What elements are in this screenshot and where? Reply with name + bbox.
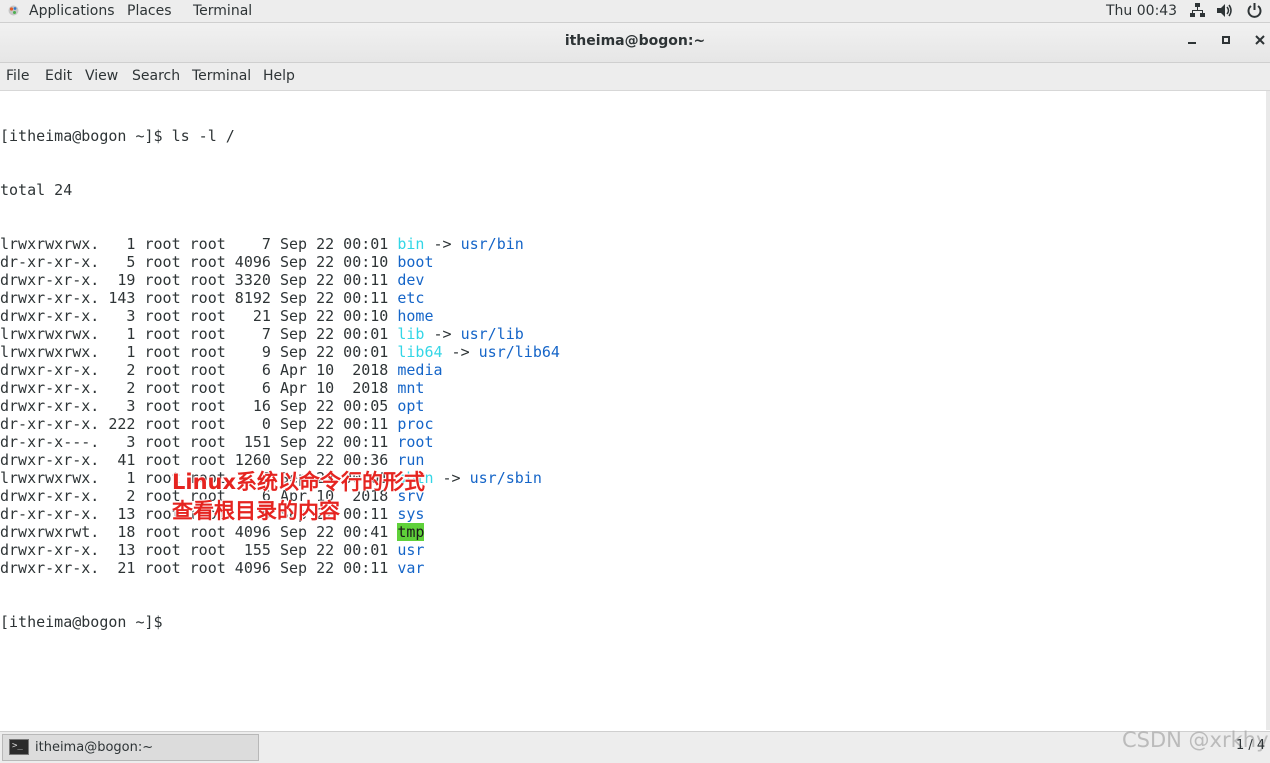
entry-name: lib64 (397, 343, 443, 361)
terminal-app-menu[interactable]: Terminal (193, 1, 252, 21)
symlink-arrow: -> (424, 325, 461, 343)
gnome-foot-icon (8, 5, 19, 16)
listing-row: drwxr-xr-x. 2 root root 6 Apr 10 2018 mn… (0, 379, 560, 397)
menu-help[interactable]: Help (263, 67, 295, 85)
symlink-target: usr/sbin (469, 469, 542, 487)
annotation-line-1: Linux系统以命令行的形式 (172, 470, 426, 494)
entry-name: proc (397, 415, 434, 433)
entry-metadata: drwxr-xr-x. 41 root root 1260 Sep 22 00:… (0, 451, 398, 469)
entry-name: etc (397, 289, 425, 307)
symlink-arrow: -> (442, 343, 479, 361)
maximize-icon (1222, 36, 1230, 44)
applications-menu[interactable]: Applications (29, 1, 115, 21)
total-line: total 24 (0, 181, 73, 199)
places-menu[interactable]: Places (127, 1, 172, 21)
entry-name: run (397, 451, 425, 469)
workspace-indicator[interactable]: 1 / 4 (1236, 738, 1265, 753)
minimize-button[interactable] (1182, 32, 1202, 52)
listing-row: drwxr-xr-x. 2 root root 6 Apr 10 2018 me… (0, 361, 560, 379)
entry-metadata: lrwxrwxrwx. 1 root root 7 Sep 22 00:01 (0, 325, 398, 343)
entry-metadata: dr-xr-xr-x. 222 root root 0 Sep 22 00:11 (0, 415, 398, 433)
annotation-line-2: 查看根目录的内容 (172, 499, 340, 523)
volume-icon[interactable] (1216, 2, 1234, 19)
symlink-arrow: -> (424, 235, 461, 253)
listing-row: drwxr-xr-x. 41 root root 1260 Sep 22 00:… (0, 451, 560, 469)
entry-name: lib (397, 325, 425, 343)
listing-row: dr-xr-xr-x. 5 root root 4096 Sep 22 00:1… (0, 253, 560, 271)
listing-row: drwxr-xr-x. 3 root root 16 Sep 22 00:05 … (0, 397, 560, 415)
entry-name: var (397, 559, 425, 577)
terminal-menubar: File Edit View Search Terminal Help (0, 63, 1270, 91)
power-icon[interactable] (1246, 2, 1263, 19)
symlink-target: usr/lib (460, 325, 524, 343)
entry-metadata: dr-xr-xr-x. 5 root root 4096 Sep 22 00:1… (0, 253, 398, 271)
listing-row: drwxr-xr-x. 13 root root 155 Sep 22 00:0… (0, 541, 560, 559)
final-prompt: [itheima@bogon ~]$ (0, 613, 172, 631)
entry-metadata: lrwxrwxrwx. 1 root root 7 Sep 22 00:01 (0, 235, 398, 253)
entry-name: boot (397, 253, 434, 271)
entry-metadata: drwxr-xr-x. 13 root root 155 Sep 22 00:0… (0, 541, 398, 559)
window-titlebar[interactable]: itheima@bogon:~ (0, 23, 1270, 63)
entry-name: root (397, 433, 434, 451)
entry-name: opt (397, 397, 425, 415)
listing-row: lrwxrwxrwx. 1 root root 9 Sep 22 00:01 l… (0, 343, 560, 361)
entry-name: mnt (397, 379, 425, 397)
symlink-target: usr/bin (460, 235, 524, 253)
minimize-icon (1188, 42, 1196, 44)
menu-view[interactable]: View (85, 67, 118, 85)
entry-metadata: drwxr-xr-x. 143 root root 8192 Sep 22 00… (0, 289, 398, 307)
network-icon[interactable] (1189, 2, 1206, 19)
entry-name: bin (397, 235, 425, 253)
close-button[interactable] (1250, 32, 1270, 52)
clock[interactable]: Thu 00:43 (1106, 1, 1177, 21)
listing-row: dr-xr-x---. 3 root root 151 Sep 22 00:11… (0, 433, 560, 451)
top-panel: Applications Places Terminal Thu 00:43 (0, 0, 1270, 23)
taskbar-window-button[interactable]: >_ itheima@bogon:~ (2, 734, 259, 761)
annotation-text: Linux系统以命令行的形式 查看根目录的内容 (172, 468, 425, 526)
terminal-output[interactable]: [itheima@bogon ~]$ ls -l / total 24 lrwx… (0, 91, 1266, 730)
entry-metadata: drwxr-xr-x. 19 root root 3320 Sep 22 00:… (0, 271, 398, 289)
taskbar-window-label: itheima@bogon:~ (35, 740, 154, 755)
close-icon (1255, 35, 1265, 45)
command-line: [itheima@bogon ~]$ ls -l / (0, 127, 235, 145)
entry-metadata: drwxr-xr-x. 3 root root 21 Sep 22 00:10 (0, 307, 398, 325)
listing-row: lrwxrwxrwx. 1 root root 7 Sep 22 00:01 l… (0, 325, 560, 343)
entry-metadata: drwxr-xr-x. 2 root root 6 Apr 10 2018 (0, 361, 398, 379)
entry-metadata: dr-xr-x---. 3 root root 151 Sep 22 00:11 (0, 433, 398, 451)
maximize-button[interactable] (1216, 32, 1236, 52)
menu-search[interactable]: Search (132, 67, 180, 85)
terminal-lines: [itheima@bogon ~]$ ls -l / total 24 lrwx… (0, 91, 560, 667)
listing-row: drwxr-xr-x. 3 root root 21 Sep 22 00:10 … (0, 307, 560, 325)
menu-file[interactable]: File (6, 67, 29, 85)
entry-name: home (397, 307, 434, 325)
entry-metadata: lrwxrwxrwx. 1 root root 9 Sep 22 00:01 (0, 343, 398, 361)
bottom-taskbar: >_ itheima@bogon:~ (0, 731, 1270, 763)
listing-row: drwxr-xr-x. 143 root root 8192 Sep 22 00… (0, 289, 560, 307)
symlink-target: usr/lib64 (478, 343, 560, 361)
entry-name: dev (397, 271, 425, 289)
terminal-icon: >_ (9, 739, 29, 755)
entry-metadata: drwxr-xr-x. 3 root root 16 Sep 22 00:05 (0, 397, 398, 415)
symlink-arrow: -> (433, 469, 470, 487)
entry-metadata: drwxr-xr-x. 2 root root 6 Apr 10 2018 (0, 379, 398, 397)
entry-name: usr (397, 541, 425, 559)
entry-name: media (397, 361, 443, 379)
menu-terminal[interactable]: Terminal (192, 67, 251, 85)
listing-row: drwxr-xr-x. 19 root root 3320 Sep 22 00:… (0, 271, 560, 289)
listing-row: lrwxrwxrwx. 1 root root 7 Sep 22 00:01 b… (0, 235, 560, 253)
listing-row: dr-xr-xr-x. 222 root root 0 Sep 22 00:11… (0, 415, 560, 433)
listing-row: drwxr-xr-x. 21 root root 4096 Sep 22 00:… (0, 559, 560, 577)
menu-edit[interactable]: Edit (45, 67, 72, 85)
window-title: itheima@bogon:~ (564, 33, 706, 49)
entry-metadata: drwxr-xr-x. 21 root root 4096 Sep 22 00:… (0, 559, 398, 577)
terminal-scrollbar[interactable] (1266, 91, 1270, 730)
